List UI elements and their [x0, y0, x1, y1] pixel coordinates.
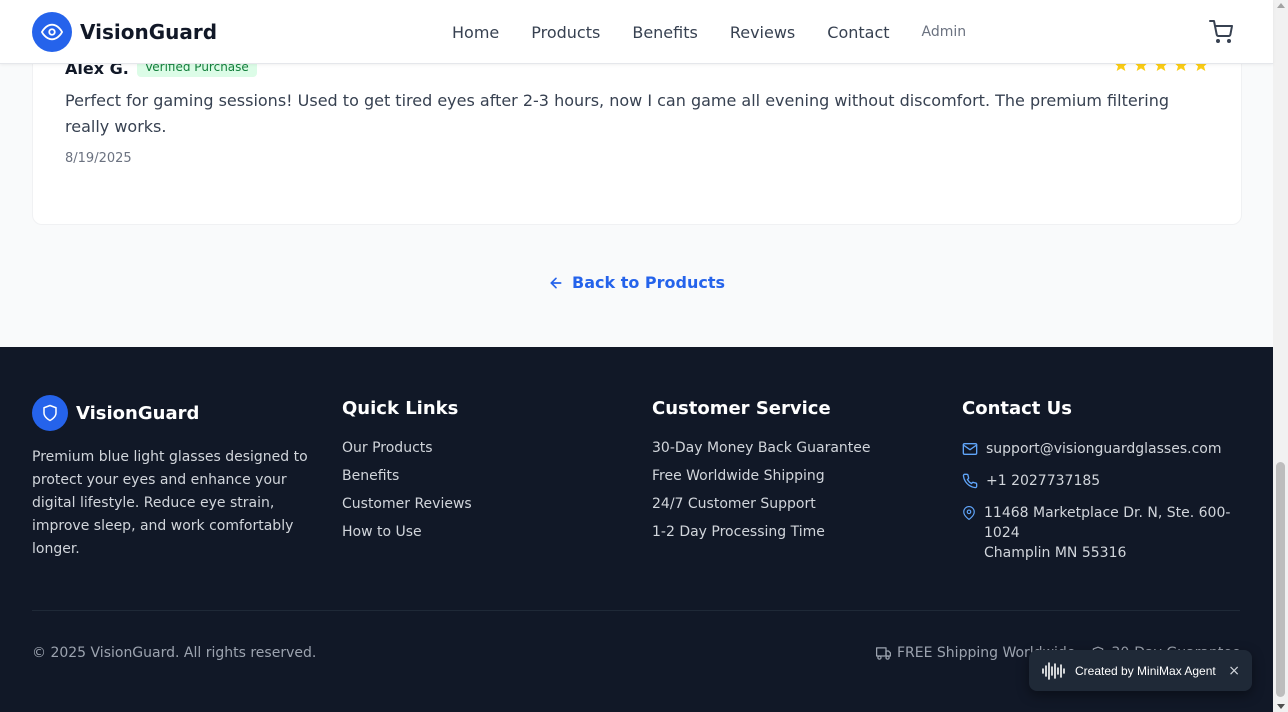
- nav-admin[interactable]: Admin: [922, 24, 967, 40]
- shopping-cart-icon[interactable]: [1209, 20, 1233, 44]
- contact-column: Contact Us support@visionguardglasses.co…: [962, 398, 1242, 575]
- shield-icon: [32, 395, 68, 431]
- scroll-thumb[interactable]: [1276, 462, 1285, 697]
- brand-name: VisionGuard: [80, 20, 218, 44]
- truck-icon: [876, 646, 891, 660]
- quick-links-title: Quick Links: [342, 398, 459, 419]
- service-item: 24/7 Customer Support: [652, 496, 816, 512]
- customer-service-column: Customer Service 30-Day Money Back Guara…: [652, 398, 871, 551]
- main-nav: Home Products Benefits Reviews Contact A…: [452, 0, 966, 64]
- contact-phone[interactable]: +1 2027737185: [962, 471, 1242, 491]
- service-item: 30-Day Money Back Guarantee: [652, 440, 871, 456]
- footer-description: Premium blue light glasses designed to p…: [32, 449, 308, 557]
- nav-reviews[interactable]: Reviews: [730, 23, 795, 42]
- footer-divider: [32, 610, 1240, 611]
- minimax-toast: Created by MiniMax Agent ×: [1029, 650, 1252, 691]
- phone-icon: [962, 473, 978, 489]
- page-scrollbar[interactable]: [1273, 0, 1288, 712]
- contact-address: 11468 Marketplace Dr. N, Ste. 600-1024 C…: [962, 503, 1242, 563]
- nav-benefits[interactable]: Benefits: [632, 23, 698, 42]
- arrow-left-icon: [550, 277, 562, 288]
- contact-phone-text: +1 2027737185: [986, 473, 1101, 489]
- map-pin-icon: [963, 506, 975, 520]
- copyright-text: © 2025 VisionGuard. All rights reserved.: [32, 645, 317, 661]
- contact-email[interactable]: support@visionguardglasses.com: [962, 439, 1242, 459]
- close-icon[interactable]: ×: [1228, 663, 1240, 679]
- address-line-1: 11468 Marketplace Dr. N, Ste. 600-1024: [984, 505, 1231, 541]
- nav-products[interactable]: Products: [531, 23, 600, 42]
- customer-service-title: Customer Service: [652, 398, 831, 419]
- scroll-up-arrow-icon[interactable]: [1277, 3, 1285, 8]
- site-header: VisionGuard Home Products Benefits Revie…: [0, 0, 1273, 64]
- review-text: Perfect for gaming sessions! Used to get…: [65, 91, 1169, 136]
- service-item: Free Worldwide Shipping: [652, 468, 825, 484]
- contact-email-text: support@visionguardglasses.com: [986, 441, 1222, 457]
- toast-text: Created by MiniMax Agent: [1075, 663, 1216, 678]
- nav-home[interactable]: Home: [452, 23, 499, 42]
- scroll-down-arrow-icon[interactable]: [1277, 704, 1285, 709]
- address-line-2: Champlin MN 55316: [984, 545, 1127, 561]
- footer-brand: VisionGuard: [32, 395, 199, 431]
- back-link-label: Back to Products: [572, 273, 726, 292]
- footer-link-how-to-use[interactable]: How to Use: [342, 523, 472, 542]
- footer-link-reviews[interactable]: Customer Reviews: [342, 495, 472, 514]
- contact-title: Contact Us: [962, 398, 1073, 419]
- footer-brand-name: VisionGuard: [76, 402, 200, 424]
- footer-link-benefits[interactable]: Benefits: [342, 467, 472, 486]
- quick-links-column: Quick Links Our Products Benefits Custom…: [342, 398, 472, 551]
- footer-link-products[interactable]: Our Products: [342, 439, 472, 458]
- review-date: 8/19/2025: [65, 151, 132, 166]
- eye-icon: [32, 12, 72, 52]
- waveform-icon: [1042, 661, 1065, 680]
- mail-icon: [962, 443, 978, 455]
- service-item: 1-2 Day Processing Time: [652, 524, 825, 540]
- nav-contact[interactable]: Contact: [827, 23, 889, 42]
- back-to-products-link[interactable]: Back to Products: [548, 273, 725, 292]
- brand-logo[interactable]: VisionGuard: [32, 12, 217, 52]
